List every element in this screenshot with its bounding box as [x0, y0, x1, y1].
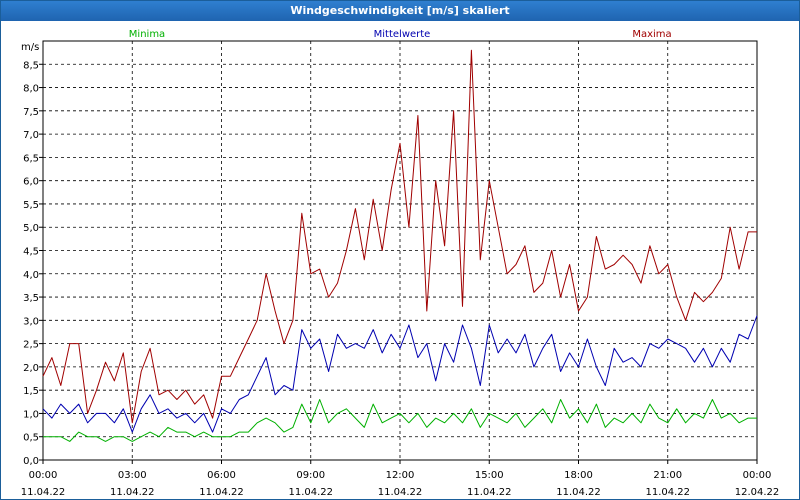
y-tick-label: 8,5: [23, 60, 39, 71]
x-tick-time: 03:00: [118, 470, 147, 481]
y-tick-label: 4,5: [23, 247, 39, 258]
y-tick-label: 7,0: [23, 130, 39, 141]
x-tick-date: 12.04.22: [735, 487, 780, 498]
y-tick-label: 1,0: [23, 409, 39, 420]
y-tick-label: 5,5: [23, 200, 39, 211]
x-tick-time: 09:00: [296, 470, 325, 481]
x-tick-date: 11.04.22: [288, 487, 333, 498]
y-tick-label: 6,0: [23, 177, 39, 188]
legend-maxima: Maxima: [632, 29, 671, 40]
y-tick-label: 4,0: [23, 270, 39, 281]
chart-window: Windgeschwindigkeit [m/s] skaliert 0,0 0,…: [0, 0, 800, 500]
x-tick-time: 00:00: [29, 470, 58, 481]
x-axis-ticks: 00:00 11.04.22 03:00 11.04.22 06:00 11.04.22 0…: [21, 460, 780, 498]
x-tick-time: 00:00: [743, 470, 772, 481]
y-tick-label: 7,5: [23, 107, 39, 118]
y-axis-ticks: 0,0 0,5 1,0 1,5 2,0 2,5 3,0 3,5 4,0 4,5 5,0 5,5 6,0 6…: [23, 60, 43, 467]
x-tick-date: 11.04.22: [110, 487, 155, 498]
x-tick-date: 11.04.22: [467, 487, 512, 498]
x-tick-date: 11.04.22: [21, 487, 66, 498]
x-tick-date: 11.04.22: [645, 487, 690, 498]
y-tick-label: 8,0: [23, 84, 39, 95]
y-tick-label: 0,5: [23, 433, 39, 444]
y-tick-label: 2,0: [23, 363, 39, 374]
legend-minima: Minima: [129, 29, 165, 40]
y-tick-label: 5,0: [23, 223, 39, 234]
y-axis-label: m/s: [21, 42, 39, 53]
y-tick-label: 3,5: [23, 293, 39, 304]
x-tick-date: 11.04.22: [199, 487, 244, 498]
y-tick-label: 1,5: [23, 386, 39, 397]
grid: [42, 40, 758, 461]
x-tick-time: 12:00: [386, 470, 415, 481]
y-tick-label: 2,5: [23, 340, 39, 351]
x-tick-time: 21:00: [653, 470, 682, 481]
y-tick-label: 0,0: [23, 456, 39, 467]
x-tick-time: 06:00: [207, 470, 236, 481]
x-tick-date: 11.04.22: [556, 487, 601, 498]
y-tick-label: 3,0: [23, 316, 39, 327]
x-tick-date: 11.04.22: [378, 487, 423, 498]
wind-speed-chart: 0,0 0,5 1,0 1,5 2,0 2,5 3,0 3,5 4,0 4,5 5,0 5,5 6,0 6…: [21, 29, 780, 498]
x-tick-time: 15:00: [475, 470, 504, 481]
y-tick-label: 6,5: [23, 153, 39, 164]
legend-mittelwerte: Mittelwerte: [374, 29, 431, 40]
x-tick-time: 18:00: [564, 470, 593, 481]
